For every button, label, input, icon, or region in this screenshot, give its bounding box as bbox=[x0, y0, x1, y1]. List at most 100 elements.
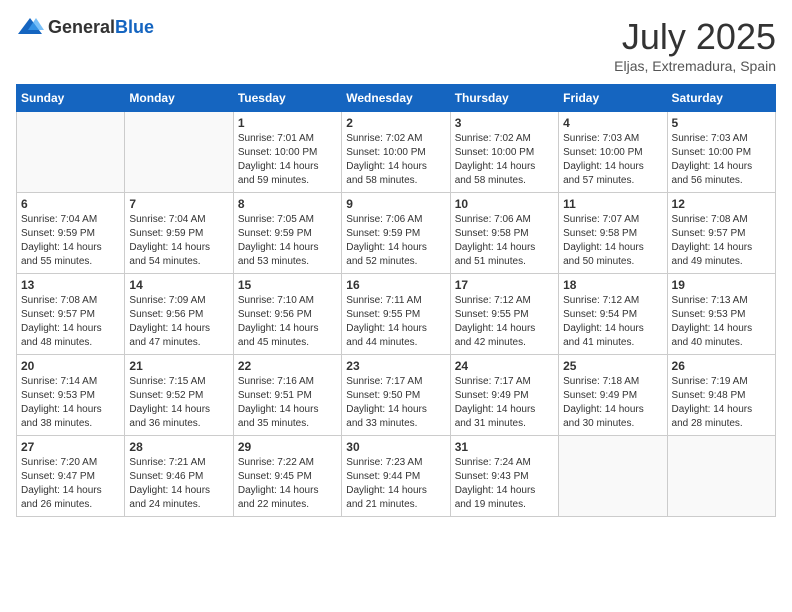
day-number: 8 bbox=[238, 197, 337, 211]
calendar-cell: 12 Sunrise: 7:08 AM Sunset: 9:57 PM Dayli… bbox=[667, 193, 775, 274]
calendar-cell: 6 Sunrise: 7:04 AM Sunset: 9:59 PM Daylig… bbox=[17, 193, 125, 274]
calendar-cell bbox=[17, 112, 125, 193]
day-info: Sunrise: 7:10 AM Sunset: 9:56 PM Dayligh… bbox=[238, 294, 337, 350]
calendar-cell: 11Sunrise: 7:07 AM Sunset: 9:58 PM Dayli… bbox=[559, 193, 667, 274]
calendar-cell: 9Sunrise: 7:06 AM Sunset: 9:59 PM Daylig… bbox=[342, 193, 450, 274]
day-number: 6 bbox=[21, 197, 120, 211]
day-info: Sunrise: 7:06 AM Sunset: 9:58 PM Dayligh… bbox=[455, 213, 554, 269]
logo: GeneralBlue bbox=[16, 16, 154, 38]
day-info: Sunrise: 7:03 AM Sunset: 10:00 PM Daylig… bbox=[563, 132, 662, 188]
calendar-cell: 14Sunrise: 7:09 AM Sunset: 9:56 PM Dayli… bbox=[125, 274, 233, 355]
week-row-1: 1 Sunrise: 7:01 AM Sunset: 10:00 PM Dayli… bbox=[17, 112, 776, 193]
week-row-5: 27 Sunrise: 7:20 AM Sunset: 9:47 PM Dayli… bbox=[17, 436, 776, 517]
calendar-cell: 13 Sunrise: 7:08 AM Sunset: 9:57 PM Dayli… bbox=[17, 274, 125, 355]
day-number: 25 bbox=[563, 359, 662, 373]
calendar-cell: 21 Sunrise: 7:15 AM Sunset: 9:52 PM Dayli… bbox=[125, 355, 233, 436]
day-number: 30 bbox=[346, 440, 445, 454]
weekday-header-wednesday: Wednesday bbox=[342, 85, 450, 112]
day-info: Sunrise: 7:24 AM Sunset: 9:43 PM Dayligh… bbox=[455, 456, 554, 512]
day-number: 13 bbox=[21, 278, 120, 292]
day-number: 5 bbox=[672, 116, 771, 130]
day-info: Sunrise: 7:08 AM Sunset: 9:57 PM Dayligh… bbox=[21, 294, 120, 350]
calendar-cell bbox=[667, 436, 775, 517]
day-info: Sunrise: 7:07 AM Sunset: 9:58 PM Dayligh… bbox=[563, 213, 662, 269]
weekday-header-row: SundayMondayTuesdayWednesdayThursdayFrid… bbox=[17, 85, 776, 112]
day-number: 10 bbox=[455, 197, 554, 211]
weekday-header-thursday: Thursday bbox=[450, 85, 558, 112]
day-number: 27 bbox=[21, 440, 120, 454]
day-info: Sunrise: 7:11 AM Sunset: 9:55 PM Dayligh… bbox=[346, 294, 445, 350]
day-info: Sunrise: 7:21 AM Sunset: 9:46 PM Dayligh… bbox=[129, 456, 228, 512]
day-info: Sunrise: 7:05 AM Sunset: 9:59 PM Dayligh… bbox=[238, 213, 337, 269]
calendar-cell: 5 Sunrise: 7:03 AM Sunset: 10:00 PM Dayli… bbox=[667, 112, 775, 193]
day-number: 1 bbox=[238, 116, 337, 130]
day-info: Sunrise: 7:04 AM Sunset: 9:59 PM Dayligh… bbox=[21, 213, 120, 269]
day-number: 12 bbox=[672, 197, 771, 211]
calendar-cell: 10 Sunrise: 7:06 AM Sunset: 9:58 PM Dayli… bbox=[450, 193, 558, 274]
day-info: Sunrise: 7:12 AM Sunset: 9:54 PM Dayligh… bbox=[563, 294, 662, 350]
day-number: 2 bbox=[346, 116, 445, 130]
day-number: 7 bbox=[129, 197, 228, 211]
week-row-2: 6 Sunrise: 7:04 AM Sunset: 9:59 PM Daylig… bbox=[17, 193, 776, 274]
calendar-cell bbox=[559, 436, 667, 517]
day-number: 31 bbox=[455, 440, 554, 454]
calendar-cell: 29 Sunrise: 7:22 AM Sunset: 9:45 PM Dayli… bbox=[233, 436, 341, 517]
logo-text-general: General bbox=[48, 17, 115, 37]
day-info: Sunrise: 7:06 AM Sunset: 9:59 PM Dayligh… bbox=[346, 213, 445, 269]
day-number: 23 bbox=[346, 359, 445, 373]
calendar-cell: 23 Sunrise: 7:17 AM Sunset: 9:50 PM Dayli… bbox=[342, 355, 450, 436]
calendar-cell: 19Sunrise: 7:13 AM Sunset: 9:53 PM Dayli… bbox=[667, 274, 775, 355]
weekday-header-sunday: Sunday bbox=[17, 85, 125, 112]
calendar-cell: 28 Sunrise: 7:21 AM Sunset: 9:46 PM Dayli… bbox=[125, 436, 233, 517]
day-number: 14 bbox=[129, 278, 228, 292]
day-info: Sunrise: 7:22 AM Sunset: 9:45 PM Dayligh… bbox=[238, 456, 337, 512]
day-info: Sunrise: 7:19 AM Sunset: 9:48 PM Dayligh… bbox=[672, 375, 771, 431]
calendar-cell: 8 Sunrise: 7:05 AM Sunset: 9:59 PM Daylig… bbox=[233, 193, 341, 274]
day-info: Sunrise: 7:08 AM Sunset: 9:57 PM Dayligh… bbox=[672, 213, 771, 269]
day-info: Sunrise: 7:12 AM Sunset: 9:55 PM Dayligh… bbox=[455, 294, 554, 350]
day-number: 4 bbox=[563, 116, 662, 130]
calendar-cell: 15 Sunrise: 7:10 AM Sunset: 9:56 PM Dayli… bbox=[233, 274, 341, 355]
week-row-3: 13 Sunrise: 7:08 AM Sunset: 9:57 PM Dayli… bbox=[17, 274, 776, 355]
calendar-cell: 17 Sunrise: 7:12 AM Sunset: 9:55 PM Dayli… bbox=[450, 274, 558, 355]
day-number: 26 bbox=[672, 359, 771, 373]
calendar-cell: 7 Sunrise: 7:04 AM Sunset: 9:59 PM Daylig… bbox=[125, 193, 233, 274]
day-number: 17 bbox=[455, 278, 554, 292]
calendar-cell: 18Sunrise: 7:12 AM Sunset: 9:54 PM Dayli… bbox=[559, 274, 667, 355]
day-info: Sunrise: 7:17 AM Sunset: 9:49 PM Dayligh… bbox=[455, 375, 554, 431]
day-info: Sunrise: 7:03 AM Sunset: 10:00 PM Daylig… bbox=[672, 132, 771, 188]
day-info: Sunrise: 7:17 AM Sunset: 9:50 PM Dayligh… bbox=[346, 375, 445, 431]
day-info: Sunrise: 7:01 AM Sunset: 10:00 PM Daylig… bbox=[238, 132, 337, 188]
calendar-cell: 1 Sunrise: 7:01 AM Sunset: 10:00 PM Dayli… bbox=[233, 112, 341, 193]
header: GeneralBlue July 2025 Eljas, Extremadura… bbox=[16, 16, 776, 74]
day-number: 15 bbox=[238, 278, 337, 292]
day-info: Sunrise: 7:18 AM Sunset: 9:49 PM Dayligh… bbox=[563, 375, 662, 431]
day-number: 29 bbox=[238, 440, 337, 454]
calendar-body: 1 Sunrise: 7:01 AM Sunset: 10:00 PM Dayli… bbox=[17, 112, 776, 517]
day-info: Sunrise: 7:04 AM Sunset: 9:59 PM Dayligh… bbox=[129, 213, 228, 269]
day-number: 3 bbox=[455, 116, 554, 130]
calendar-cell: 31 Sunrise: 7:24 AM Sunset: 9:43 PM Dayli… bbox=[450, 436, 558, 517]
day-number: 22 bbox=[238, 359, 337, 373]
day-info: Sunrise: 7:23 AM Sunset: 9:44 PM Dayligh… bbox=[346, 456, 445, 512]
calendar-cell: 22Sunrise: 7:16 AM Sunset: 9:51 PM Dayli… bbox=[233, 355, 341, 436]
day-info: Sunrise: 7:15 AM Sunset: 9:52 PM Dayligh… bbox=[129, 375, 228, 431]
logo-icon bbox=[16, 16, 44, 38]
day-number: 24 bbox=[455, 359, 554, 373]
location-title: Eljas, Extremadura, Spain bbox=[614, 58, 776, 74]
logo-text-blue: Blue bbox=[115, 17, 154, 37]
weekday-header-tuesday: Tuesday bbox=[233, 85, 341, 112]
week-row-4: 20Sunrise: 7:14 AM Sunset: 9:53 PM Dayli… bbox=[17, 355, 776, 436]
weekday-header-friday: Friday bbox=[559, 85, 667, 112]
day-number: 28 bbox=[129, 440, 228, 454]
day-info: Sunrise: 7:13 AM Sunset: 9:53 PM Dayligh… bbox=[672, 294, 771, 350]
day-number: 20 bbox=[21, 359, 120, 373]
day-info: Sunrise: 7:02 AM Sunset: 10:00 PM Daylig… bbox=[455, 132, 554, 188]
calendar-table: SundayMondayTuesdayWednesdayThursdayFrid… bbox=[16, 84, 776, 517]
day-info: Sunrise: 7:20 AM Sunset: 9:47 PM Dayligh… bbox=[21, 456, 120, 512]
calendar-cell: 2 Sunrise: 7:02 AM Sunset: 10:00 PM Dayli… bbox=[342, 112, 450, 193]
calendar-cell: 27 Sunrise: 7:20 AM Sunset: 9:47 PM Dayli… bbox=[17, 436, 125, 517]
calendar-cell: 24 Sunrise: 7:17 AM Sunset: 9:49 PM Dayli… bbox=[450, 355, 558, 436]
day-number: 21 bbox=[129, 359, 228, 373]
day-info: Sunrise: 7:02 AM Sunset: 10:00 PM Daylig… bbox=[346, 132, 445, 188]
